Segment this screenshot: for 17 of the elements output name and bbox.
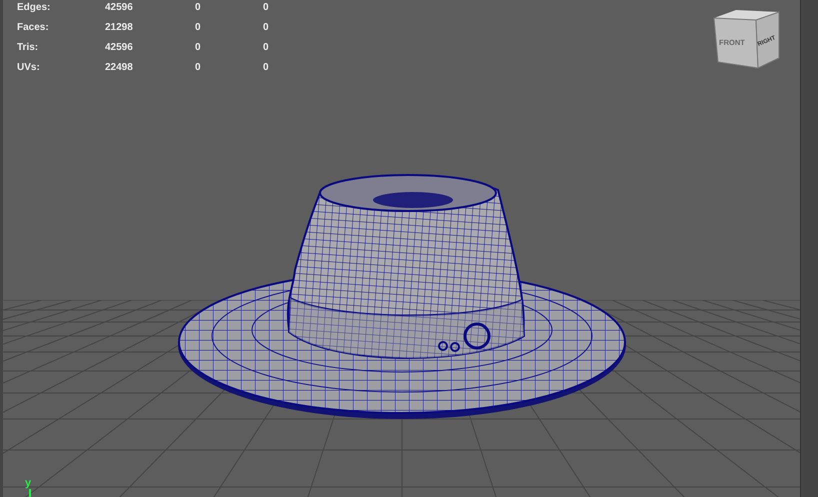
stat-value: 0 (195, 20, 202, 34)
stat-value: 0 (263, 60, 270, 74)
stat-value: 42596 (105, 40, 134, 54)
stat-value: 0 (263, 0, 270, 14)
stat-label: Edges: (17, 0, 52, 14)
stat-value: 0 (263, 40, 270, 54)
stat-value: 21298 (105, 20, 134, 34)
stat-value: 0 (195, 0, 202, 14)
axis-label: y (25, 478, 32, 489)
stat-value: 0 (263, 20, 270, 34)
stat-label: Faces: (17, 20, 50, 34)
stat-label: Tris: (17, 40, 40, 54)
stat-label: UVs: (17, 60, 41, 74)
stat-value: 42596 (105, 0, 134, 14)
stat-value: 0 (195, 60, 202, 74)
stat-value: 22498 (105, 60, 134, 74)
stat-value: 0 (195, 40, 202, 54)
